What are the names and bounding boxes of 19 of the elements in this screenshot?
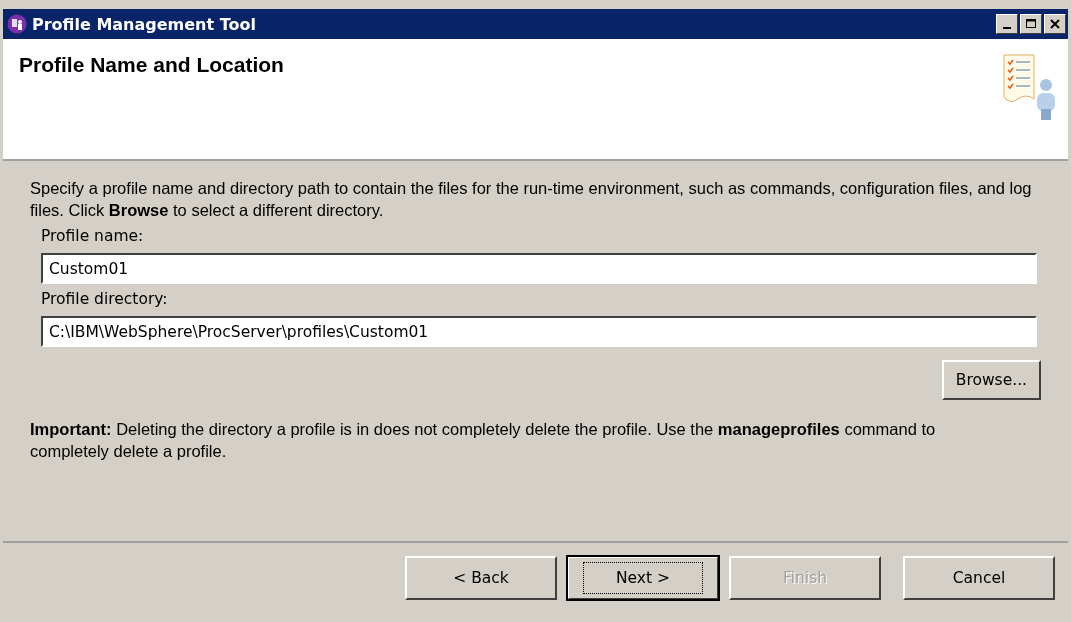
window-title: Profile Management Tool <box>32 14 257 34</box>
wizard-button[interactable]: Cancel <box>903 556 1055 600</box>
maximize-button[interactable] <box>1020 14 1042 34</box>
field-label: Profile name: <box>41 227 145 245</box>
page-title: Profile Name and Location <box>19 53 284 78</box>
app-icon <box>7 14 27 34</box>
wizard-button[interactable]: Next > <box>567 556 719 600</box>
minimize-icon <box>1003 27 1011 29</box>
maximize-icon <box>1025 18 1037 30</box>
input-field[interactable]: Custom01 <box>41 253 1037 284</box>
close-icon <box>1049 18 1061 30</box>
description-text: Specify a profile name and directory path to contain the files for the run-time environment, such as commands, configuration files, and log files. Click Browse to select a different directory. <box>30 178 1033 221</box>
browse-button[interactable]: Browse... <box>941 360 1041 400</box>
close-button[interactable] <box>1044 14 1066 34</box>
field-label: Profile directory: <box>41 290 169 308</box>
input-field[interactable]: C:\IBM\WebSphere\ProcServer\profiles\Custom01 <box>41 316 1037 347</box>
minimize-button[interactable] <box>996 14 1018 34</box>
wizard-button[interactable]: < Back <box>405 556 557 600</box>
important-note: Important: Deleting the directory a profile is in does not completely delete the profile. Use the manageprofiles command to completely delete a profile. <box>30 419 937 462</box>
